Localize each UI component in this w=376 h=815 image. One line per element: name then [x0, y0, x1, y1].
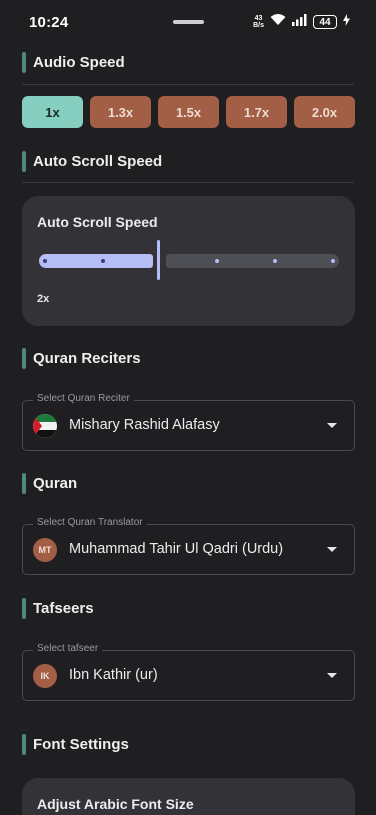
charging-icon — [343, 13, 350, 31]
slider-tick — [273, 259, 277, 263]
card-title: Adjust Arabic Font Size — [37, 796, 194, 812]
speed-chip-2-0x[interactable]: 2.0x — [294, 96, 355, 128]
avatar: IK — [33, 664, 57, 688]
notch-pill — [173, 20, 204, 24]
divider — [22, 84, 354, 85]
quran-reciters-header: Quran Reciters — [22, 347, 141, 369]
signal-icon — [292, 13, 307, 31]
section-title: Audio Speed — [33, 53, 125, 71]
avatar: MT — [33, 538, 57, 562]
section-accent-bar — [22, 51, 26, 73]
field-label: Select Quran Reciter — [33, 393, 134, 404]
section-accent-bar — [22, 597, 26, 619]
auto-scroll-card: Auto Scroll Speed 2x — [22, 196, 355, 326]
font-settings-header: Font Settings — [22, 733, 129, 755]
divider — [22, 182, 354, 183]
status-time: 10:24 — [29, 13, 69, 31]
translator-dropdown[interactable]: Select Quran Translator MT Muhammad Tahi… — [22, 517, 355, 575]
slider-tick — [215, 259, 219, 263]
field-value: Ibn Kathir (ur) — [69, 667, 158, 683]
speed-chip-1-5x[interactable]: 1.5x — [158, 96, 219, 128]
tafseer-dropdown[interactable]: Select tafseer IK Ibn Kathir (ur) — [22, 643, 355, 701]
speed-chip-1-7x[interactable]: 1.7x — [226, 96, 287, 128]
section-title: Tafseers — [33, 599, 94, 617]
field-value: Muhammad Tahir Ul Qadri (Urdu) — [69, 541, 284, 557]
uae-flag-icon — [33, 414, 57, 438]
battery-icon: 44 — [313, 15, 337, 29]
quran-header: Quran — [22, 472, 77, 494]
network-speed-value: 43 — [254, 15, 263, 22]
section-accent-bar — [22, 472, 26, 494]
slider-value-label: 2x — [37, 293, 50, 305]
field-label: Select tafseer — [33, 643, 103, 654]
network-speed-unit: B/s — [253, 22, 264, 29]
section-accent-bar — [22, 347, 26, 369]
slider-tick — [101, 259, 105, 263]
section-title: Font Settings — [33, 735, 129, 753]
tafseers-header: Tafseers — [22, 597, 94, 619]
speed-chip-1-3x[interactable]: 1.3x — [90, 96, 151, 128]
field-label: Select Quran Translator — [33, 517, 147, 528]
slider-tick — [331, 259, 335, 263]
slider-inactive-track[interactable] — [166, 254, 339, 268]
section-accent-bar — [22, 733, 26, 755]
auto-scroll-header: Auto Scroll Speed — [22, 150, 162, 172]
dropdown-arrow-icon[interactable] — [327, 423, 337, 428]
slider-active-track[interactable] — [39, 254, 153, 268]
network-speed: 43 B/s — [253, 15, 264, 29]
field-value: Mishary Rashid Alafasy — [69, 417, 220, 433]
reciter-dropdown[interactable]: Select Quran Reciter Mishary Rashid Alaf… — [22, 393, 355, 451]
wifi-icon — [270, 13, 286, 31]
section-title: Quran Reciters — [33, 349, 141, 367]
audio-speed-options: 1x 1.3x 1.5x 1.7x 2.0x — [22, 96, 355, 128]
speed-chip-1x[interactable]: 1x — [22, 96, 83, 128]
section-title: Quran — [33, 474, 78, 492]
slider-thumb[interactable] — [157, 240, 160, 280]
status-icons: 43 B/s 44 — [253, 13, 350, 31]
audio-speed-header: Audio Speed — [22, 51, 125, 73]
slider-tick — [43, 259, 47, 263]
dropdown-arrow-icon[interactable] — [327, 673, 337, 678]
section-accent-bar — [22, 150, 26, 172]
card-title: Auto Scroll Speed — [37, 214, 158, 230]
dropdown-arrow-icon[interactable] — [327, 547, 337, 552]
font-size-card: Adjust Arabic Font Size — [22, 778, 355, 815]
section-title: Auto Scroll Speed — [33, 152, 163, 170]
